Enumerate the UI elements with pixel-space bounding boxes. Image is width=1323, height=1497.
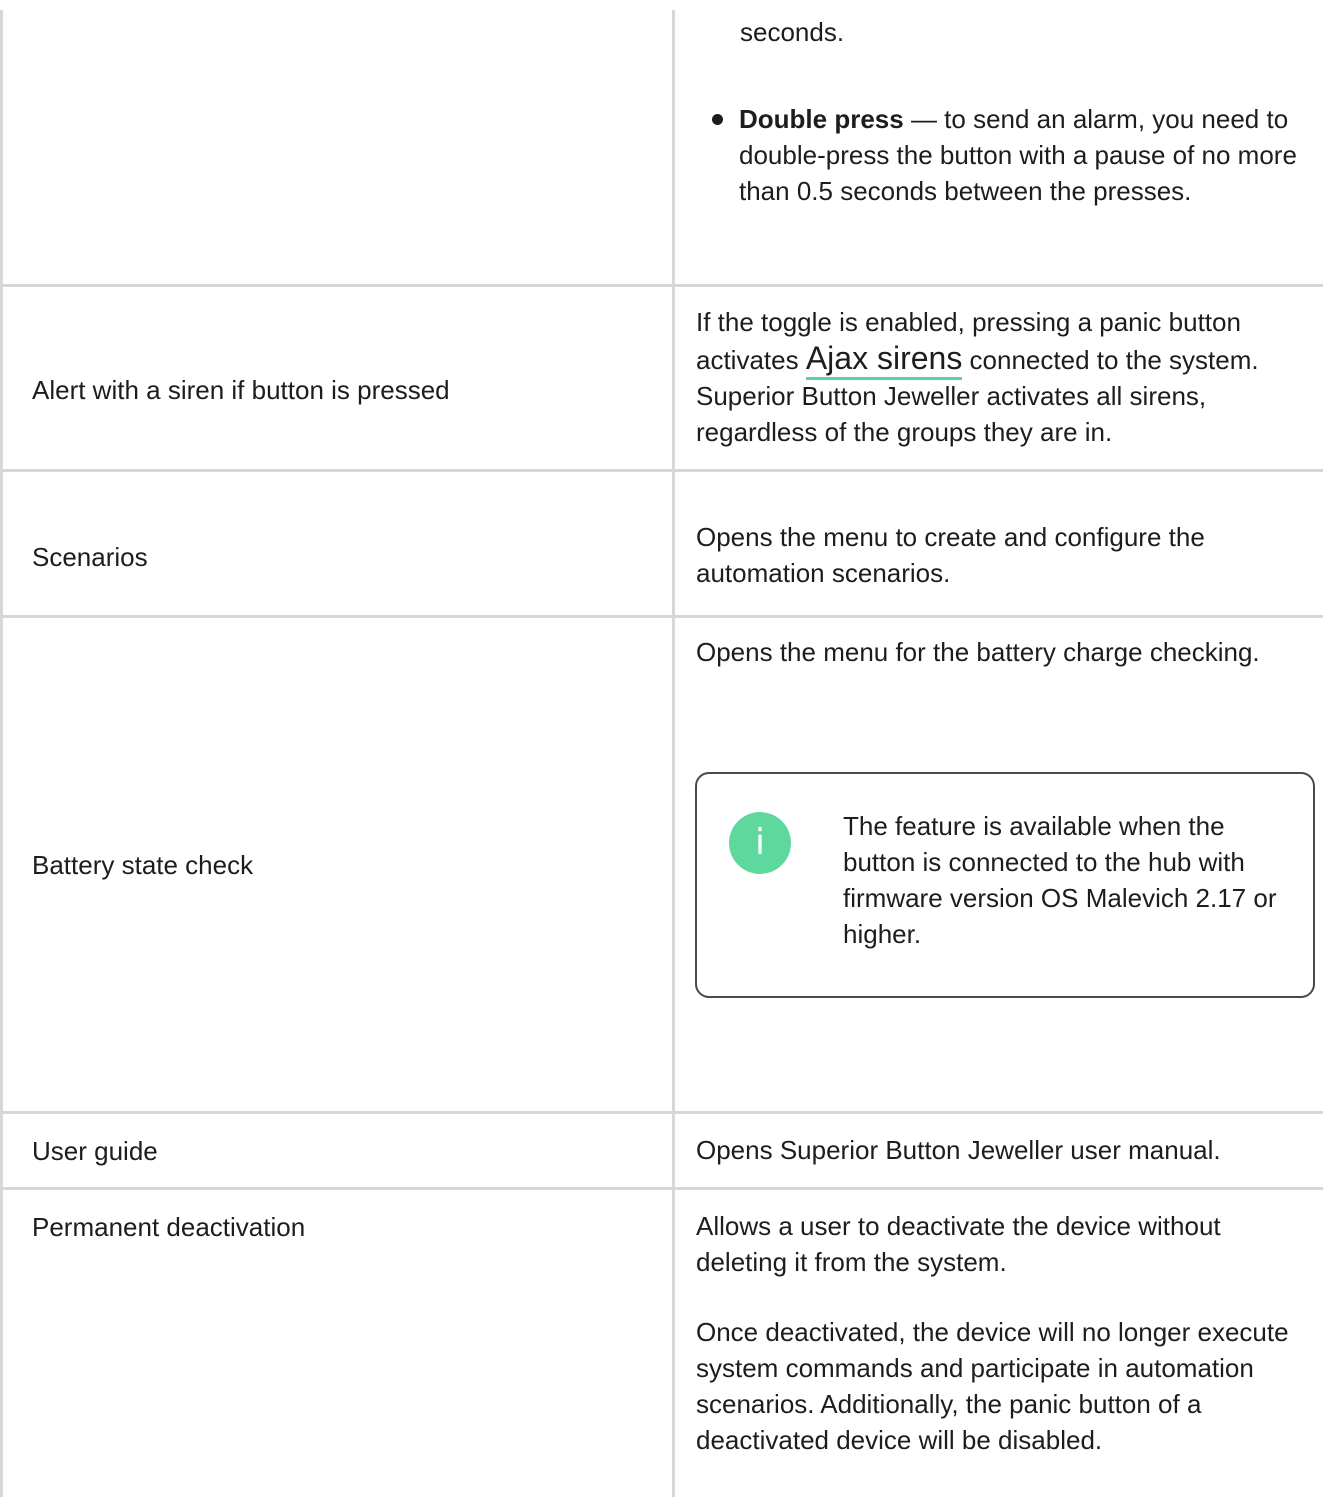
table-column-divider <box>672 10 675 1497</box>
press-mode-bullet-list: Double press — to send an alarm, you nee… <box>712 101 1312 209</box>
press-mode-fragment: seconds. <box>740 14 1320 50</box>
setting-name-battery: Battery state check <box>32 850 254 880</box>
info-callout-text: The feature is available when the button… <box>843 811 1277 949</box>
setting-desc-deactivation: Allows a user to deactivate the device w… <box>696 1208 1316 1458</box>
info-icon: i <box>729 812 791 874</box>
ajax-sirens-link[interactable]: Ajax sirens <box>805 340 963 380</box>
setting-name-user-guide: User guide <box>32 1136 158 1166</box>
setting-desc-user-guide: Opens Superior Button Jeweller user manu… <box>696 1135 1221 1165</box>
info-callout: i The feature is available when the butt… <box>695 772 1315 998</box>
row-divider <box>0 615 1323 618</box>
setting-name-scenarios: Scenarios <box>32 542 148 572</box>
bullet-term: Double press <box>739 104 904 134</box>
row-divider <box>0 1187 1323 1190</box>
setting-name-deactivation: Permanent deactivation <box>32 1212 306 1242</box>
setting-desc-battery: Opens the menu for the battery charge ch… <box>696 637 1260 667</box>
list-item: Double press — to send an alarm, you nee… <box>712 101 1312 209</box>
deactivation-desc-1: Allows a user to deactivate the device w… <box>696 1211 1221 1277</box>
row-divider <box>0 469 1323 472</box>
table-left-border <box>0 10 3 1497</box>
settings-table: seconds. Double press — to send an alarm… <box>0 0 1323 1497</box>
setting-name-siren: Alert with a siren if button is pressed <box>32 375 450 405</box>
row-divider <box>0 1111 1323 1114</box>
press-mode-fragment-text: seconds. <box>740 17 845 47</box>
row-divider <box>0 284 1323 287</box>
bullet-icon <box>712 114 723 125</box>
setting-desc-siren: If the toggle is enabled, pressing a pan… <box>696 304 1316 450</box>
setting-desc-scenarios: Opens the menu to create and configure t… <box>696 522 1205 588</box>
deactivation-desc-2: Once deactivated, the device will no lon… <box>696 1317 1289 1455</box>
